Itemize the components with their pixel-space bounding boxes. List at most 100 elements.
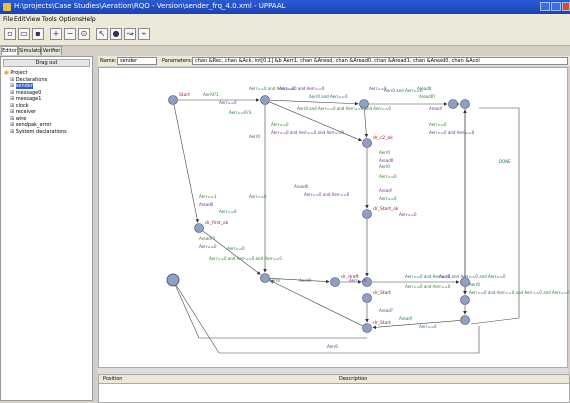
- menu-file[interactable]: File: [3, 16, 13, 23]
- location-tool-icon[interactable]: ●: [110, 28, 122, 40]
- zoom-fit-icon[interactable]: ⊙: [78, 28, 90, 40]
- new-icon[interactable]: ▫: [4, 28, 16, 40]
- menu-help[interactable]: Help: [82, 16, 96, 23]
- initial-state[interactable]: [166, 273, 180, 287]
- transition-label: Aerr==0: [249, 194, 267, 199]
- transition-label: Aerr0: [269, 278, 280, 283]
- parameters-label: Parameters:: [162, 58, 193, 64]
- maximize-button[interactable]: [551, 2, 561, 11]
- window-title: H:\projects\Case Studies\Aeration\RQO - …: [14, 2, 286, 10]
- template-canvas[interactable]: Start dr_first_ok dr_c2_ok dr_Start_ok dr_dr…: [98, 67, 570, 368]
- state-location[interactable]: [460, 295, 470, 305]
- tree-item-label: clock: [15, 102, 29, 109]
- toolbar: ▫ ▭ ▪ + − ⊙ ↖ ● ↝ ⌁: [0, 25, 570, 46]
- state-label: dr_first_ok: [205, 220, 229, 226]
- tree-item-label: sendpak_error: [15, 122, 52, 128]
- transition-edge[interactable]: [269, 99, 359, 106]
- name-label: Name:: [100, 58, 117, 64]
- tab-verifier[interactable]: Verifier: [41, 46, 62, 55]
- transition-label: Aread0: [294, 184, 309, 189]
- project-tree-panel: Drag out ▣ Project ⊞ Declarations ⊞ sender…: [0, 56, 93, 401]
- zoom-out-icon[interactable]: −: [64, 28, 76, 40]
- close-button[interactable]: [562, 2, 570, 11]
- transition-label: Aerr0: [379, 164, 390, 169]
- state-label: dr_Start: [373, 290, 391, 296]
- transition-label: Aread?: [379, 308, 393, 313]
- transition-label: Aerr==0: [379, 174, 397, 179]
- open-icon[interactable]: ▭: [18, 28, 30, 40]
- tree-item-label: message1: [15, 96, 42, 102]
- tree-item[interactable]: ⊞ System declarations: [4, 129, 67, 136]
- transition-label: Aerr0 and Aerr==0: [384, 88, 423, 93]
- transition-label: Aerr==0 and Aerr==0: [304, 192, 350, 197]
- transition-label: Aerr==0 and Aerr==0 and Aerr==0: [271, 130, 344, 135]
- transition-label: Aread!: [379, 188, 392, 193]
- state-location[interactable]: [168, 95, 178, 105]
- tab-editor[interactable]: Editor: [1, 46, 18, 55]
- transition-edge[interactable]: [173, 104, 199, 223]
- transition-label: Aerr0: [327, 344, 338, 349]
- transition-edge[interactable]: [172, 279, 480, 354]
- transition-label: Aread0?: [419, 94, 435, 99]
- transition-edge[interactable]: [269, 280, 363, 327]
- edge-tool-icon[interactable]: ↝: [124, 28, 136, 40]
- menu-tools[interactable]: Tools: [42, 16, 57, 23]
- transition-label: Aerr==0 and Aerr==0: [279, 86, 325, 91]
- position-column: Position: [103, 376, 123, 382]
- transition-label: Aerr0: [249, 134, 260, 139]
- menu-edit[interactable]: Edit: [14, 16, 26, 23]
- transition-label: Aerr==1: [199, 194, 217, 199]
- transition-label: Aerr0: [469, 282, 480, 287]
- transition-label: Aerr==0: [271, 122, 289, 127]
- transition-label: Aerr==0 and Aerr==0 and Aerr==0 and Aerr…: [469, 290, 569, 295]
- parameters-field[interactable]: chan &Rec, chan &Ack, int[0,1] &b Aerr1,…: [192, 57, 568, 65]
- tree-item-label: wire: [15, 115, 27, 122]
- tree-item-label: System declarations: [15, 128, 67, 135]
- transition-label: Aerr==0: [429, 122, 447, 127]
- template-icon: ⊞: [10, 83, 16, 89]
- state-label: dr_c2_ok: [373, 135, 393, 141]
- save-icon[interactable]: ▪: [32, 28, 44, 40]
- transition-label: Aerr0?1: [203, 92, 219, 97]
- tree-header[interactable]: Drag out: [3, 59, 90, 67]
- tab-simulator[interactable]: Simulator: [18, 46, 43, 55]
- transition-edge[interactable]: [172, 279, 367, 339]
- transition-label: Aerr0!: [299, 278, 312, 283]
- title-bar: H:\projects\Case Studies\Aeration\RQO - …: [0, 0, 570, 14]
- transition-label: Aerr==0: [199, 244, 217, 249]
- nail-tool-icon[interactable]: ⌁: [138, 28, 150, 40]
- state-location[interactable]: [194, 223, 204, 233]
- transition-label: Aerr==0 and Aerr==0 and Aerr==0: [209, 256, 282, 261]
- transition-label: Aerr==0: [219, 100, 237, 105]
- state-label: dr_Start: [373, 320, 391, 326]
- transition-edge[interactable]: [364, 108, 369, 138]
- editor-tabs: Editor Simulator Verifier: [0, 45, 100, 55]
- transition-label: Aerr==0?3: [229, 110, 252, 115]
- name-field[interactable]: sender: [117, 57, 157, 65]
- state-location[interactable]: [362, 209, 372, 219]
- state-location[interactable]: [330, 277, 340, 287]
- transition-label: Aerr0: [379, 150, 390, 155]
- state-location[interactable]: [448, 99, 458, 109]
- transition-label: Aerr==0 and Aerr==0: [429, 130, 475, 135]
- zoom-in-icon[interactable]: +: [50, 28, 62, 40]
- tree-item-label: sender: [15, 83, 33, 89]
- state-location[interactable]: [362, 323, 372, 333]
- transition-label: Aerr==0 and Aerr==0: [405, 284, 451, 289]
- transition-label: Aread!: [429, 106, 442, 111]
- message-header: Position Description: [99, 375, 569, 384]
- transition-label: Aread0: [199, 202, 214, 207]
- tree-item-label: message0: [15, 89, 42, 96]
- state-location[interactable]: [460, 315, 470, 325]
- state-location[interactable]: [460, 99, 470, 109]
- state-location[interactable]: [362, 138, 372, 148]
- menu-options[interactable]: Options: [59, 16, 82, 23]
- minimize-button[interactable]: [540, 2, 550, 11]
- select-tool-icon[interactable]: ↖: [96, 28, 108, 40]
- transition-label: Aread0: [379, 158, 394, 163]
- transition-label: Aerr==0: [227, 246, 245, 251]
- menu-view[interactable]: View: [26, 16, 40, 23]
- state-location[interactable]: [362, 293, 372, 303]
- tree-item-label: receiver: [15, 109, 37, 115]
- state-location[interactable]: [260, 95, 270, 105]
